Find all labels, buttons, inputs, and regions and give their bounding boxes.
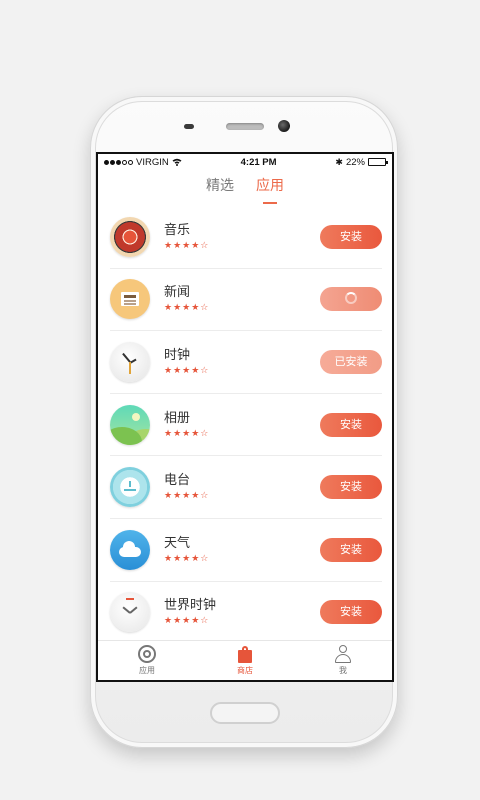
nav-label: 应用 — [139, 666, 155, 675]
nav-label: 商店 — [237, 666, 253, 675]
list-item[interactable]: 电台 ★★★★☆ 安装 — [110, 456, 382, 519]
tab-featured[interactable]: 精选 — [206, 175, 234, 199]
landscape-photo-icon — [110, 404, 150, 445]
list-item[interactable]: 新闻 ★★★★☆ — [110, 269, 382, 332]
list-item[interactable]: 世界时钟 ★★★★☆ 安装 — [110, 582, 382, 645]
phone-speaker — [226, 123, 264, 130]
world-clock-icon — [110, 592, 150, 633]
home-button[interactable] — [210, 702, 280, 724]
list-item[interactable]: 时钟 ★★★★☆ 已安装 — [110, 331, 382, 394]
status-bar: VIRGIN 4:21 PM ✱ 22% — [98, 154, 392, 170]
nav-me[interactable]: 我 — [294, 641, 392, 680]
nav-store[interactable]: 商店 — [196, 641, 294, 680]
carrier-label: VIRGIN — [136, 156, 169, 168]
app-list: 音乐 ★★★★☆ 安装 新闻 ★★★★☆ 时钟 ★★★★☆ 已安装 相册 ★★★… — [98, 206, 392, 645]
clock-icon — [110, 341, 150, 382]
list-item[interactable]: 音乐 ★★★★☆ 安装 — [110, 206, 382, 269]
install-button[interactable]: 安装 — [320, 475, 382, 500]
status-time: 4:21 PM — [240, 156, 277, 168]
top-tabs: 精选 应用 — [98, 170, 392, 204]
phone-sensor — [184, 124, 194, 129]
radio-dial-icon — [110, 467, 150, 508]
battery-percent: 22% — [345, 156, 365, 168]
nav-apps[interactable]: 应用 — [98, 641, 196, 680]
music-disc-icon — [110, 216, 150, 257]
newspaper-icon — [110, 279, 150, 320]
store-bag-icon — [236, 645, 254, 663]
installed-button[interactable]: 已安装 — [320, 349, 382, 374]
install-button[interactable]: 安装 — [320, 224, 382, 249]
install-button[interactable]: 安装 — [320, 412, 382, 437]
list-item[interactable]: 天气 ★★★★☆ 安装 — [110, 519, 382, 582]
cloud-icon — [110, 529, 150, 570]
front-camera-icon — [278, 120, 290, 132]
tab-apps[interactable]: 应用 — [256, 175, 284, 204]
install-button[interactable]: 安装 — [320, 537, 382, 562]
nav-label: 我 — [339, 666, 347, 675]
bottom-nav: 应用 商店 我 — [98, 640, 392, 680]
person-icon — [334, 645, 352, 663]
signal-icon — [104, 159, 133, 165]
screen: VIRGIN 4:21 PM ✱ 22% 精选 应用 音乐 ★★★★☆ 安装 新… — [96, 152, 394, 682]
bluetooth-icon: ✱ — [335, 156, 343, 167]
wifi-icon — [172, 158, 182, 166]
install-button[interactable]: 安装 — [320, 600, 382, 625]
app-circle-icon — [138, 645, 156, 663]
battery-icon — [367, 158, 388, 166]
installing-button[interactable] — [320, 287, 382, 312]
list-item[interactable]: 相册 ★★★★☆ 安装 — [110, 394, 382, 457]
loading-spinner-icon — [345, 292, 357, 305]
